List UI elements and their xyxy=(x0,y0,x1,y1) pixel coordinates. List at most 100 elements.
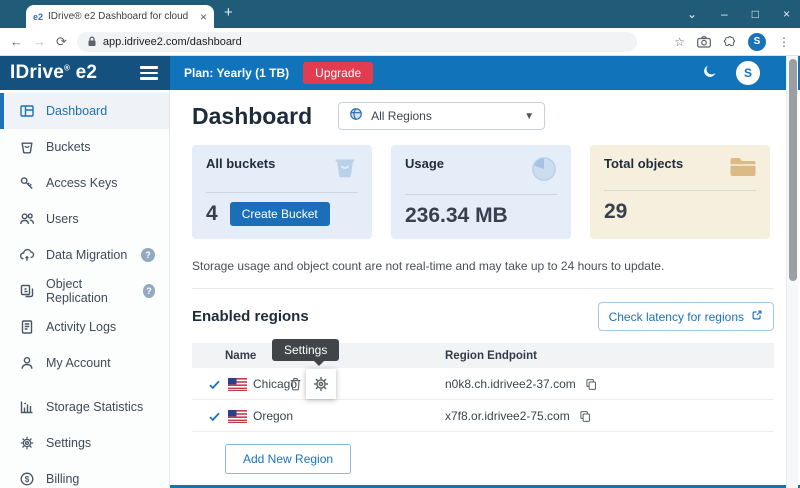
chrome-profile-chevron-icon[interactable]: ⌄ xyxy=(687,8,697,20)
cloud-migration-icon xyxy=(19,247,35,263)
sidebar-item-label: Dashboard xyxy=(46,104,107,118)
sidebar-item-label: Users xyxy=(46,212,79,226)
card-title: All buckets xyxy=(206,156,275,171)
region-endpoint: n0k8.ch.idrivee2-37.com xyxy=(445,377,576,391)
window-close-icon[interactable]: × xyxy=(783,8,790,20)
help-icon[interactable]: ? xyxy=(143,284,155,298)
all-buckets-card: All buckets 4 Create Bucket xyxy=(192,145,372,239)
back-icon[interactable]: ← xyxy=(10,34,23,49)
dashboard-icon xyxy=(19,103,35,119)
browser-tab[interactable]: e2 IDrive® e2 Dashboard for cloud × xyxy=(26,5,214,28)
sidebar-item-data-migration[interactable]: Data Migration ? xyxy=(0,237,169,273)
region-name: Oregon xyxy=(253,400,293,432)
window-maximize-icon[interactable]: □ xyxy=(752,8,759,20)
chevron-down-icon: ▼ xyxy=(524,111,534,122)
page-scrollbar[interactable] xyxy=(786,56,798,488)
help-icon[interactable]: ? xyxy=(141,248,155,262)
tab-title: IDrive® e2 Dashboard for cloud xyxy=(48,11,195,22)
sidebar-item-access-keys[interactable]: Access Keys xyxy=(0,165,169,201)
usage-value: 236.34 MB xyxy=(405,204,508,228)
sidebar: Dashboard Buckets Access Keys Users Data… xyxy=(0,90,170,488)
sidebar-item-dashboard[interactable]: Dashboard xyxy=(0,93,169,129)
usage-pie-icon xyxy=(531,156,557,187)
total-objects-card: Total objects 29 xyxy=(590,145,770,239)
folder-icon xyxy=(729,156,756,183)
card-title: Usage xyxy=(405,156,444,171)
sidebar-item-settings[interactable]: Settings xyxy=(0,425,169,461)
tab-close-icon[interactable]: × xyxy=(200,11,207,23)
table-row-chicago: Chicago n0k8.ch.idrivee2-37.com xyxy=(192,368,774,400)
divider xyxy=(192,288,774,289)
browser-menu-icon[interactable]: ⋮ xyxy=(778,35,790,49)
reload-icon[interactable]: ⟳ xyxy=(56,34,67,50)
camera-icon[interactable] xyxy=(697,36,711,48)
copy-icon[interactable] xyxy=(585,378,597,391)
users-icon xyxy=(19,211,35,227)
header-right: S xyxy=(702,61,786,85)
sidebar-item-buckets[interactable]: Buckets xyxy=(0,129,169,165)
lock-icon xyxy=(87,36,97,47)
app-header-bar: Plan: Yearly (1 TB) Upgrade S xyxy=(170,56,800,90)
sidebar-item-label: Object Replication xyxy=(46,277,132,305)
bucket-count: 4 xyxy=(206,202,218,226)
sidebar-item-label: Activity Logs xyxy=(46,320,116,334)
sidebar-item-my-account[interactable]: My Account xyxy=(0,345,169,381)
enabled-regions-heading: Enabled regions xyxy=(192,308,309,325)
check-icon xyxy=(208,368,221,400)
bookmark-star-icon[interactable]: ☆ xyxy=(674,35,685,49)
column-header-endpoint: Region Endpoint xyxy=(445,343,537,368)
add-new-region-button[interactable]: Add New Region xyxy=(225,444,351,474)
replication-icon xyxy=(19,283,35,299)
table-row-oregon: Oregon x7f8.or.idrivee2-75.com xyxy=(192,400,774,432)
sidebar-item-storage-statistics[interactable]: Storage Statistics xyxy=(0,389,169,425)
check-latency-button[interactable]: Check latency for regions xyxy=(598,302,774,331)
region-filter-value: All Regions xyxy=(371,109,432,123)
copy-icon[interactable] xyxy=(579,410,591,423)
window-minimize-icon[interactable]: – xyxy=(721,8,728,20)
toolbar-actions: ☆ S ⋮ xyxy=(674,33,790,51)
sidebar-item-label: Access Keys xyxy=(46,176,118,190)
region-settings-gear-icon[interactable] xyxy=(306,369,336,399)
hamburger-menu-icon[interactable] xyxy=(140,66,160,80)
scrollbar-thumb[interactable] xyxy=(789,59,797,281)
sidebar-item-label: Data Migration xyxy=(46,248,127,262)
app-logo-area: IDrive® e2 xyxy=(0,56,170,90)
new-tab-icon[interactable]: + xyxy=(224,4,233,21)
e2-favicon-icon: e2 xyxy=(33,12,43,22)
main-content: Dashboard All Regions ▼ All buckets xyxy=(170,90,800,488)
upgrade-button[interactable]: Upgrade xyxy=(303,62,373,84)
user-avatar[interactable]: S xyxy=(736,61,760,85)
extensions-puzzle-icon[interactable] xyxy=(723,35,736,48)
sidebar-item-label: Buckets xyxy=(46,140,90,154)
sidebar-item-object-replication[interactable]: Object Replication ? xyxy=(0,273,169,309)
delete-trash-icon[interactable] xyxy=(289,368,302,400)
check-latency-label: Check latency for regions xyxy=(609,310,744,324)
forward-icon[interactable]: → xyxy=(33,34,46,49)
object-count: 29 xyxy=(604,200,627,224)
us-flag-icon xyxy=(228,368,247,400)
bucket-card-icon xyxy=(332,156,358,185)
region-filter-dropdown[interactable]: All Regions ▼ xyxy=(338,102,545,130)
bucket-icon xyxy=(19,139,35,155)
dark-mode-moon-icon[interactable] xyxy=(702,63,718,84)
globe-icon xyxy=(349,107,363,126)
svg-text:$: $ xyxy=(25,475,30,484)
key-icon xyxy=(19,175,35,191)
sidebar-item-users[interactable]: Users xyxy=(0,201,169,237)
screen: e2 IDrive® e2 Dashboard for cloud × + ⌄ … xyxy=(0,0,800,488)
person-icon xyxy=(19,355,35,371)
bar-chart-icon xyxy=(19,399,35,415)
address-bar[interactable]: app.idrivee2.com/dashboard xyxy=(77,32,637,52)
browser-profile-avatar[interactable]: S xyxy=(748,33,766,51)
sidebar-item-label: My Account xyxy=(46,356,111,370)
sidebar-item-billing[interactable]: $ Billing xyxy=(0,461,169,488)
gear-icon xyxy=(19,435,35,451)
usage-disclaimer: Storage usage and object count are not r… xyxy=(192,259,774,273)
create-bucket-button[interactable]: Create Bucket xyxy=(230,202,330,226)
sidebar-item-label: Settings xyxy=(46,436,91,450)
sidebar-item-activity-logs[interactable]: Activity Logs xyxy=(0,309,169,345)
billing-dollar-icon: $ xyxy=(19,471,35,487)
settings-tooltip: Settings xyxy=(272,339,339,361)
card-title: Total objects xyxy=(604,156,683,171)
document-logs-icon xyxy=(19,319,35,335)
